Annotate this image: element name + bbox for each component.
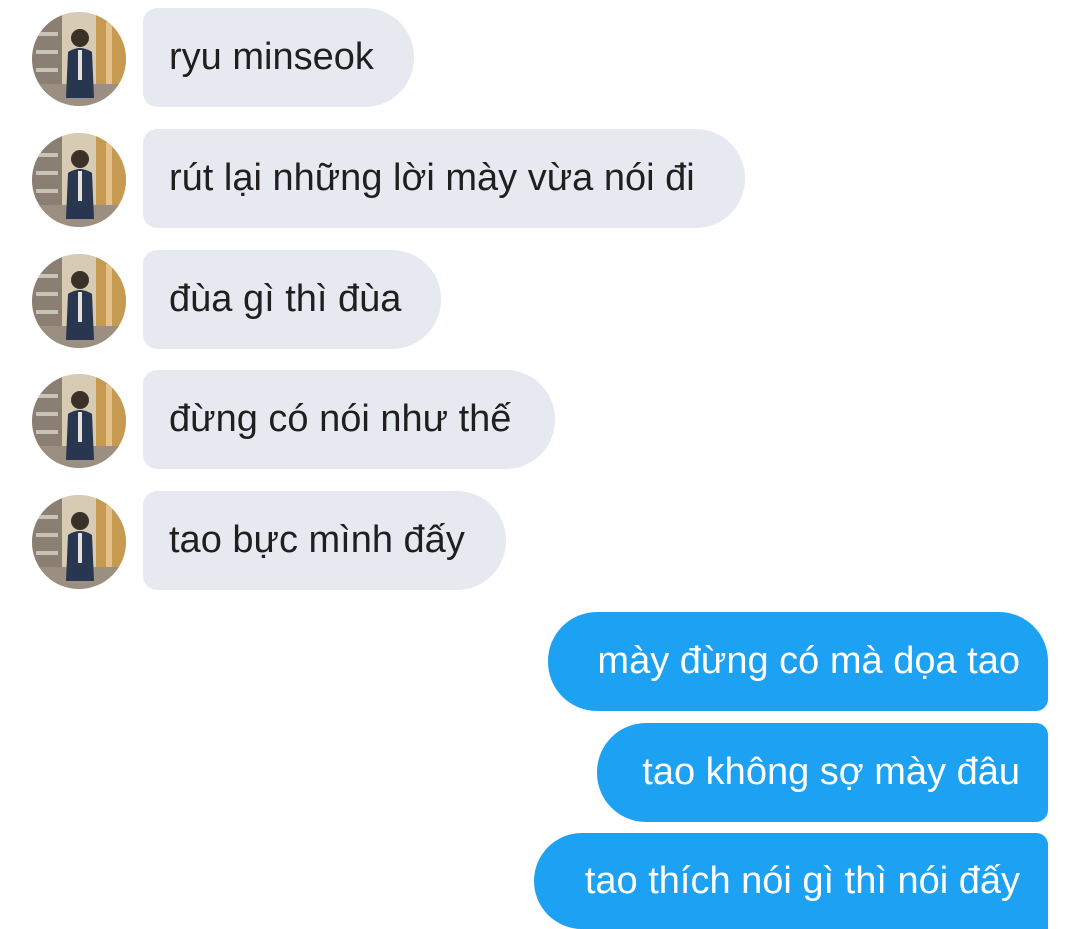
outgoing-message-bubble[interactable]: tao không sợ mày đâu bbox=[597, 723, 1048, 822]
message-text: tao không sợ mày đâu bbox=[642, 751, 1020, 793]
message-text: tao bực mình đấy bbox=[169, 519, 465, 561]
message-text: đừng có nói như thế bbox=[169, 398, 512, 440]
message-text: rút lại những lời mày vừa nói đi bbox=[169, 157, 695, 199]
message-text: ryu minseok bbox=[169, 36, 374, 78]
avatar[interactable] bbox=[32, 495, 126, 589]
incoming-message-bubble[interactable]: tao bực mình đấy bbox=[143, 491, 506, 590]
incoming-message-bubble[interactable]: đùa gì thì đùa bbox=[143, 250, 441, 349]
avatar-photo-icon bbox=[32, 374, 126, 468]
avatar-photo-icon bbox=[32, 495, 126, 589]
message-text: tao thích nói gì thì nói đấy bbox=[584, 859, 1020, 902]
message-text: mày đừng có mà dọa tao bbox=[597, 640, 1020, 682]
incoming-message-bubble[interactable]: ryu minseok bbox=[143, 8, 414, 107]
message-text: đùa gì thì đùa bbox=[169, 278, 402, 320]
incoming-message-bubble[interactable]: đừng có nói như thế bbox=[143, 370, 555, 469]
avatar-photo-icon bbox=[32, 12, 126, 106]
avatar-photo-icon bbox=[32, 133, 126, 227]
outgoing-message-bubble[interactable]: mày đừng có mà dọa tao bbox=[548, 612, 1048, 711]
outgoing-message-bubble[interactable]: tao thích nói gì thì nói đấy bbox=[534, 833, 1048, 929]
incoming-message-bubble[interactable]: rút lại những lời mày vừa nói đi bbox=[143, 129, 745, 228]
avatar[interactable] bbox=[32, 133, 126, 227]
avatar-photo-icon bbox=[32, 254, 126, 348]
avatar[interactable] bbox=[32, 254, 126, 348]
avatar[interactable] bbox=[32, 12, 126, 106]
avatar[interactable] bbox=[32, 374, 126, 468]
